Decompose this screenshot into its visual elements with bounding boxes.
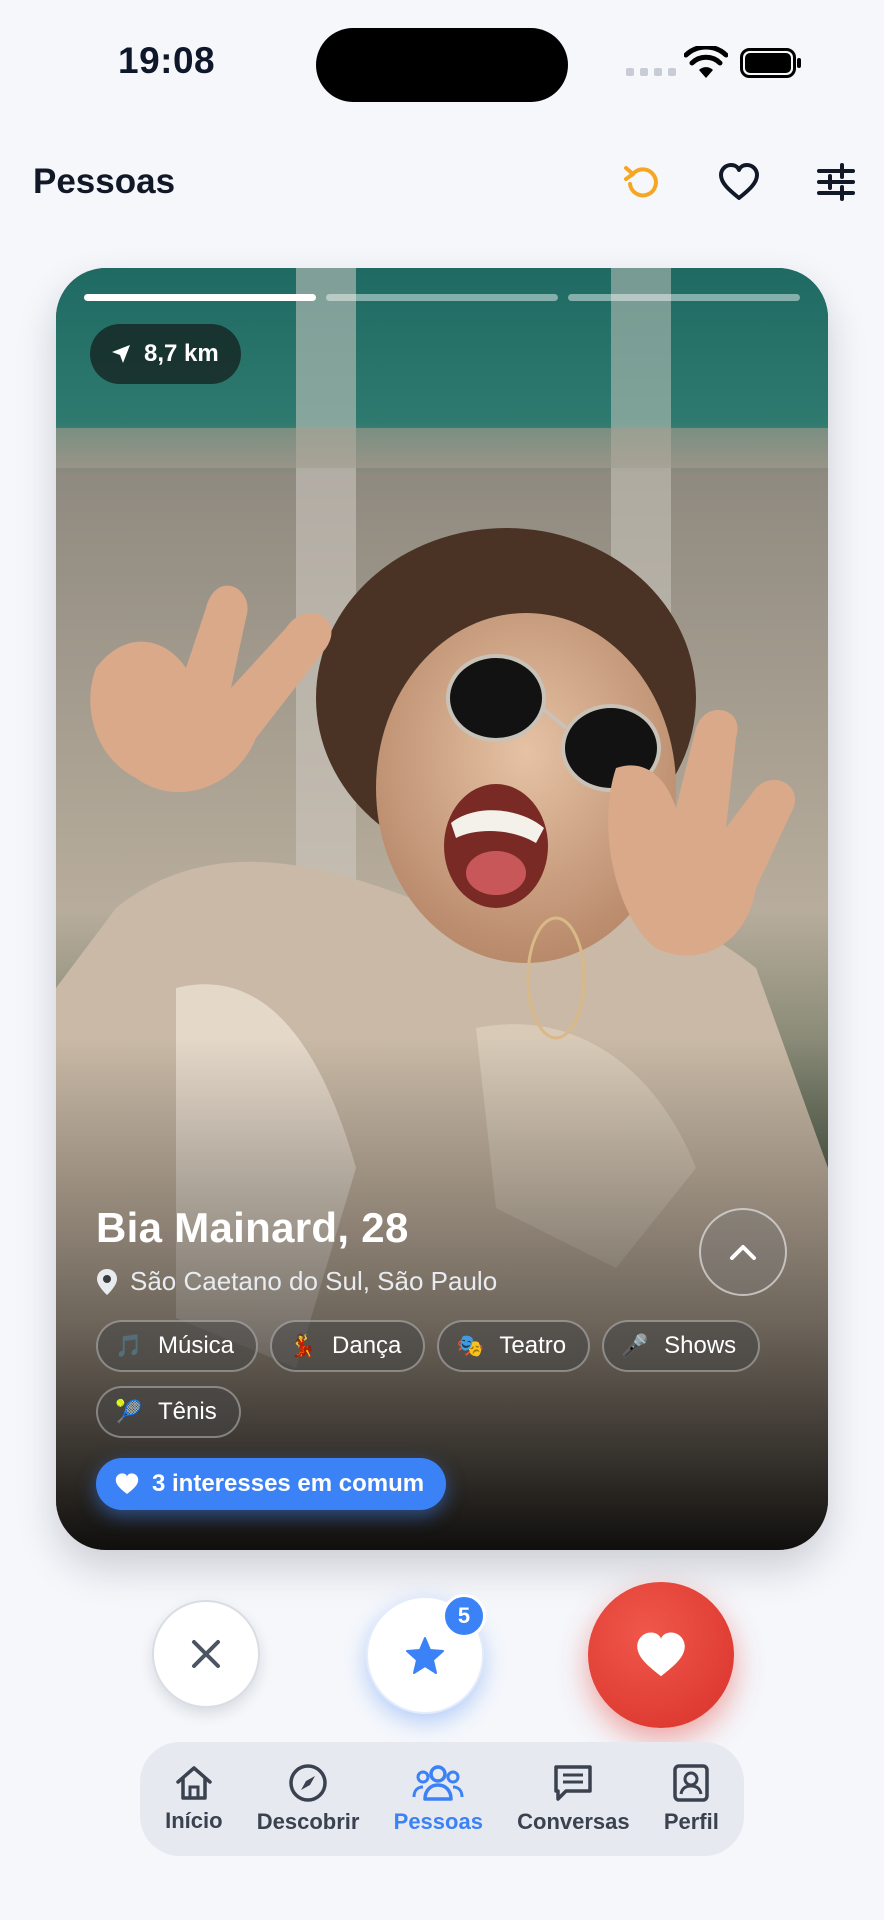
profile-location: São Caetano do Sul, São Paulo [96, 1266, 796, 1297]
progress-segment [568, 294, 800, 301]
profile-card[interactable]: 8,7 km Bia Mainard, 28 São Caetano do Su… [56, 268, 828, 1550]
battery-icon [740, 48, 801, 78]
chat-icon [554, 1765, 593, 1801]
profile-info: Bia Mainard, 28 São Caetano do Sul, São … [96, 1204, 796, 1297]
dance-icon: 💃 [289, 1333, 317, 1358]
sliders-icon [817, 163, 855, 201]
interest-tag[interactable]: 💃 Dança [270, 1320, 426, 1372]
nav-label: Pessoas [393, 1809, 483, 1834]
dynamic-island [316, 28, 568, 102]
common-interests-text: 3 interesses em comum [152, 1470, 425, 1497]
music-icon: 🎵 [115, 1333, 143, 1358]
interest-label: Tênis [158, 1398, 217, 1425]
bottom-nav: Início Descobrir Pessoas Conversas Perfi… [140, 1742, 744, 1856]
screen: 19:08 Pessoas 8,7 km Bia Mainard, 28 São… [0, 0, 884, 1920]
nav-label: Perfil [663, 1809, 719, 1834]
theater-icon: 🎭 [456, 1333, 485, 1358]
distance-text: 8,7 km [144, 340, 219, 367]
profile-icon [673, 1764, 710, 1802]
people-icon [412, 1765, 464, 1801]
header: Pessoas [0, 150, 884, 214]
interest-label: Dança [332, 1332, 402, 1359]
undo-button[interactable] [614, 154, 670, 210]
distance-badge: 8,7 km [90, 324, 241, 384]
like-button[interactable] [588, 1582, 734, 1728]
pass-button[interactable] [152, 1600, 260, 1708]
cellular-signal-icon [626, 68, 676, 76]
favorites-button[interactable] [711, 154, 767, 210]
expand-profile-button[interactable] [699, 1208, 787, 1296]
profile-name: Bia Mainard, 28 [96, 1204, 409, 1251]
interest-tag[interactable]: 🎤 Shows [602, 1320, 761, 1372]
heart-icon [637, 1632, 685, 1677]
nav-item-conversas[interactable]: Conversas [517, 1763, 630, 1835]
navigation-arrow-icon [112, 345, 130, 363]
progress-segment [326, 294, 558, 301]
interest-tag[interactable]: 🎭 Teatro [437, 1320, 591, 1372]
interest-tags: 🎵 Música 💃 Dança 🎭 Teatro 🎤 Shows 🎾 Têni… [96, 1320, 786, 1438]
heart-icon [115, 1473, 139, 1495]
chevron-up-icon [730, 1245, 756, 1260]
interest-label: Shows [664, 1332, 737, 1359]
status-bar: 19:08 [0, 0, 884, 130]
status-time: 19:08 [118, 40, 216, 81]
location-text: São Caetano do Sul, São Paulo [130, 1266, 498, 1296]
superlike-count-badge: 5 [442, 1594, 486, 1638]
nav-label: Descobrir [256, 1809, 360, 1834]
home-icon [176, 1766, 212, 1800]
progress-segment-active [84, 294, 316, 301]
nav-label: Conversas [517, 1809, 630, 1834]
nav-label: Início [165, 1808, 223, 1833]
nav-item-descobrir[interactable]: Descobrir [256, 1763, 360, 1835]
undo-icon [624, 166, 658, 198]
microphone-icon: 🎤 [621, 1333, 649, 1358]
interest-tag[interactable]: 🎾 Tênis [96, 1386, 241, 1438]
heart-outline-icon [719, 163, 759, 200]
interest-label: Teatro [499, 1332, 567, 1359]
compass-icon [289, 1764, 327, 1802]
filters-button[interactable] [808, 154, 864, 210]
page-title: Pessoas [33, 162, 176, 201]
map-pin-icon [97, 1268, 117, 1295]
nav-item-perfil[interactable]: Perfil [664, 1763, 719, 1835]
close-icon [192, 1640, 220, 1668]
nav-item-pessoas[interactable]: Pessoas [394, 1763, 483, 1835]
star-icon [406, 1637, 444, 1674]
tennis-ball-icon: 🎾 [115, 1399, 143, 1424]
photo-progress [84, 294, 800, 301]
nav-item-inicio[interactable]: Início [165, 1764, 223, 1834]
interest-tag[interactable]: 🎵 Música [96, 1320, 259, 1372]
interest-label: Música [158, 1332, 235, 1359]
wifi-icon [684, 46, 728, 78]
common-interests-badge[interactable]: 3 interesses em comum [96, 1458, 447, 1510]
